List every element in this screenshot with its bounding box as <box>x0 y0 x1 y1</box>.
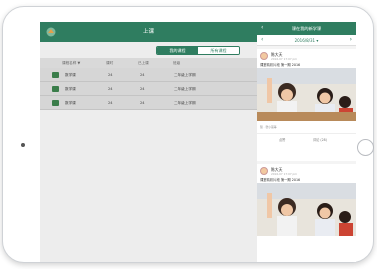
comment-button[interactable]: 评论 (28) <box>313 137 327 142</box>
book-icon <box>52 86 59 92</box>
cell-hours: 24 <box>108 73 113 77</box>
avatar[interactable] <box>260 52 268 60</box>
post-time: 2016-07 17:07 pm <box>271 171 298 176</box>
page-title: 上课 <box>142 29 154 35</box>
app-screen: 上课 我的课程 所有课程 课程名称 ▼ 课时 已上课 班级 数学课 24 24 … <box>40 22 356 262</box>
cell-hours: 24 <box>108 101 113 105</box>
cell-class: 二年级上学期 <box>174 87 196 91</box>
cell-done: 24 <box>140 87 145 91</box>
post-text: 课堂精彩片段 第一期 2016 <box>260 63 301 67</box>
course-filter-tabs: 我的课程 所有课程 <box>156 46 240 55</box>
cell-done: 24 <box>140 73 145 77</box>
classroom-photo[interactable] <box>257 68 356 121</box>
cell-course-name: 数学课 <box>65 87 76 91</box>
table-row[interactable]: 数学课 24 24 二年级上学期 <box>40 82 257 96</box>
cell-class: 二年级上学期 <box>174 101 196 105</box>
feed-title: 课在我的新学课 <box>291 26 322 31</box>
feed-pane: ‹ 课在我的新学课 ‹ 2016/8/31 ▾ › 陈大天 2016-07 17… <box>257 22 356 262</box>
header-hours: 课时 <box>106 61 114 65</box>
table-row[interactable]: 数学课 24 24 二年级上学期 <box>40 96 257 110</box>
header-class: 班级 <box>173 61 181 65</box>
feed-post: 陈大天 2016-07 17:07 pm 课堂精彩片段 第一期 2016 赞 ·… <box>257 49 356 161</box>
tab-all-courses[interactable]: 所有课程 <box>198 47 239 54</box>
post-time: 2016-07 17:07 pm <box>271 56 298 61</box>
header-done: 已上课 <box>138 61 149 65</box>
cell-done: 24 <box>140 101 145 105</box>
home-button[interactable] <box>357 139 374 156</box>
cell-hours: 24 <box>108 87 113 91</box>
feed-top-bar: ‹ 课在我的新学课 <box>257 22 356 35</box>
cell-class: 二年级上学期 <box>174 73 196 77</box>
post-text: 课堂精彩片段 第一期 2016 <box>260 178 301 182</box>
post-likes: 赞 · 张小丽等 <box>260 125 277 129</box>
cell-course-name: 数学课 <box>65 101 76 105</box>
top-bar: 上课 <box>40 22 257 42</box>
next-date-icon[interactable]: › <box>350 36 352 43</box>
feed-post: 陈大天 2016-07 17:07 pm 课堂精彩片段 第一期 2016 <box>257 164 356 262</box>
avatar[interactable] <box>260 167 268 175</box>
date-dropdown[interactable]: 2016/8/31 ▾ <box>257 35 356 46</box>
course-list-pane: 上课 我的课程 所有课程 课程名称 ▼ 课时 已上课 班级 数学课 24 24 … <box>40 22 257 262</box>
book-icon <box>52 72 59 78</box>
cell-course-name: 数学课 <box>65 73 76 77</box>
classroom-photo[interactable] <box>257 183 356 236</box>
like-button[interactable]: 点赞 <box>279 137 285 142</box>
table-row[interactable]: 数学课 24 24 二年级上学期 <box>40 68 257 82</box>
header-course-name[interactable]: 课程名称 ▼ <box>62 61 80 66</box>
table-header: 课程名称 ▼ 课时 已上课 班级 <box>40 58 257 68</box>
book-icon <box>52 100 59 106</box>
tab-my-courses[interactable]: 我的课程 <box>157 47 198 54</box>
camera-dot <box>21 143 25 147</box>
post-actions: 点赞 评论 (28) <box>257 133 356 143</box>
date-selector: ‹ 2016/8/31 ▾ › <box>257 35 356 46</box>
